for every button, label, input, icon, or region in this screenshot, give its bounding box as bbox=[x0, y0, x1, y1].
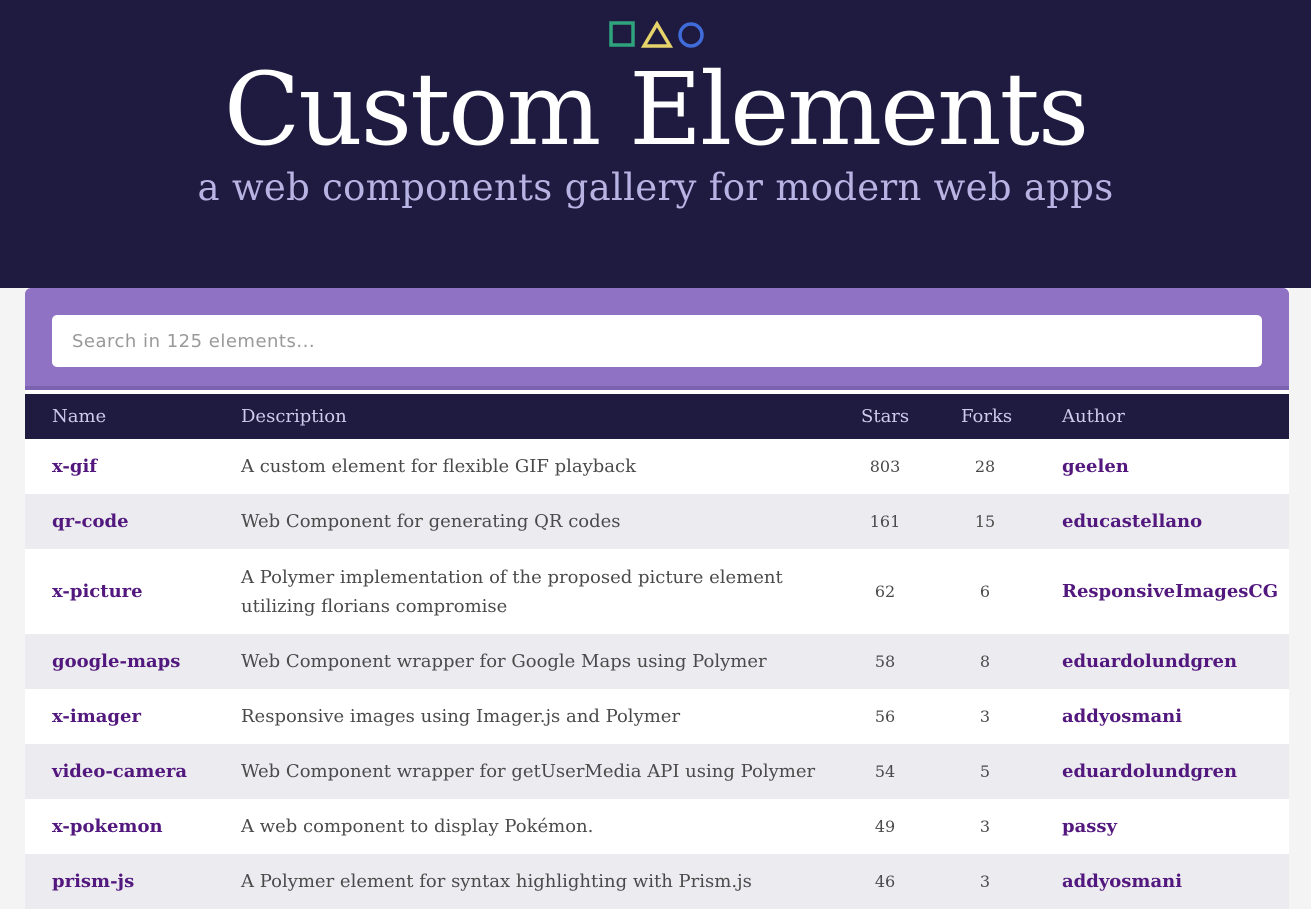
element-name-link[interactable]: video-camera bbox=[52, 761, 187, 782]
author-link[interactable]: eduardolundgren bbox=[1062, 761, 1237, 782]
table-row: x-imager Responsive images using Imager.… bbox=[25, 689, 1289, 744]
table-row: google-maps Web Component wrapper for Go… bbox=[25, 634, 1289, 689]
element-forks: 6 bbox=[979, 582, 991, 601]
element-forks: 3 bbox=[979, 817, 991, 836]
author-link[interactable]: passy bbox=[1062, 816, 1117, 837]
element-stars: 56 bbox=[874, 707, 896, 726]
table-row: qr-code Web Component for generating QR … bbox=[25, 494, 1289, 549]
site-header: Custom Elements a web components gallery… bbox=[0, 0, 1311, 288]
element-name-link[interactable]: qr-code bbox=[52, 511, 129, 532]
element-forks: 15 bbox=[974, 512, 996, 531]
element-stars: 161 bbox=[869, 512, 901, 531]
element-description: A web component to display Pokémon. bbox=[241, 816, 594, 837]
element-description: A Polymer element for syntax highlightin… bbox=[241, 871, 752, 892]
element-stars: 62 bbox=[874, 582, 896, 601]
elements-panel: Name Description Stars Forks Author x-gi… bbox=[25, 288, 1289, 909]
author-link[interactable]: educastellano bbox=[1062, 511, 1202, 532]
element-name-link[interactable]: x-pokemon bbox=[52, 816, 163, 837]
logo-shapes bbox=[609, 20, 704, 48]
element-forks: 3 bbox=[979, 707, 991, 726]
element-forks: 28 bbox=[974, 457, 996, 476]
table-row: video-camera Web Component wrapper for g… bbox=[25, 744, 1289, 799]
element-stars: 54 bbox=[874, 762, 896, 781]
element-description: Web Component for generating QR codes bbox=[241, 511, 621, 532]
column-header-stars[interactable]: Stars bbox=[861, 394, 909, 439]
column-header-name[interactable]: Name bbox=[52, 394, 106, 439]
element-stars: 49 bbox=[874, 817, 896, 836]
search-input[interactable] bbox=[52, 315, 1262, 367]
element-description: A custom element for flexible GIF playba… bbox=[241, 456, 636, 477]
square-icon bbox=[609, 21, 635, 47]
element-description: A Polymer implementation of the proposed… bbox=[241, 566, 783, 617]
element-name-link[interactable]: x-imager bbox=[52, 706, 141, 727]
page-subtitle: a web components gallery for modern web … bbox=[197, 166, 1114, 209]
author-link[interactable]: addyosmani bbox=[1062, 871, 1182, 892]
author-link[interactable]: ResponsiveImagesCG bbox=[1062, 581, 1278, 602]
element-forks: 3 bbox=[979, 872, 991, 891]
element-stars: 46 bbox=[874, 872, 896, 891]
page-title: Custom Elements bbox=[223, 51, 1089, 168]
table-header: Name Description Stars Forks Author bbox=[25, 394, 1289, 439]
table-row: x-gif A custom element for flexible GIF … bbox=[25, 439, 1289, 494]
elements-table-body: x-gif A custom element for flexible GIF … bbox=[25, 439, 1289, 909]
table-row: prism-js A Polymer element for syntax hi… bbox=[25, 854, 1289, 909]
element-name-link[interactable]: prism-js bbox=[52, 871, 134, 892]
column-header-author[interactable]: Author bbox=[1062, 394, 1125, 439]
author-link[interactable]: addyosmani bbox=[1062, 706, 1182, 727]
search-bar bbox=[25, 288, 1289, 390]
triangle-icon bbox=[640, 20, 674, 48]
element-name-link[interactable]: google-maps bbox=[52, 651, 180, 672]
table-row: x-picture A Polymer implementation of th… bbox=[25, 549, 1289, 634]
element-name-link[interactable]: x-picture bbox=[52, 581, 143, 602]
element-description: Web Component wrapper for Google Maps us… bbox=[241, 651, 767, 672]
element-stars: 58 bbox=[874, 652, 896, 671]
column-header-description[interactable]: Description bbox=[241, 394, 347, 439]
element-name-link[interactable]: x-gif bbox=[52, 456, 97, 477]
element-forks: 5 bbox=[979, 762, 991, 781]
author-link[interactable]: eduardolundgren bbox=[1062, 651, 1237, 672]
circle-icon bbox=[678, 22, 704, 48]
element-description: Responsive images using Imager.js and Po… bbox=[241, 706, 681, 727]
author-link[interactable]: geelen bbox=[1062, 456, 1129, 477]
element-description: Web Component wrapper for getUserMedia A… bbox=[241, 761, 816, 782]
table-row: x-pokemon A web component to display Pok… bbox=[25, 799, 1289, 854]
element-forks: 8 bbox=[979, 652, 991, 671]
element-stars: 803 bbox=[869, 457, 901, 476]
column-header-forks[interactable]: Forks bbox=[961, 394, 1012, 439]
